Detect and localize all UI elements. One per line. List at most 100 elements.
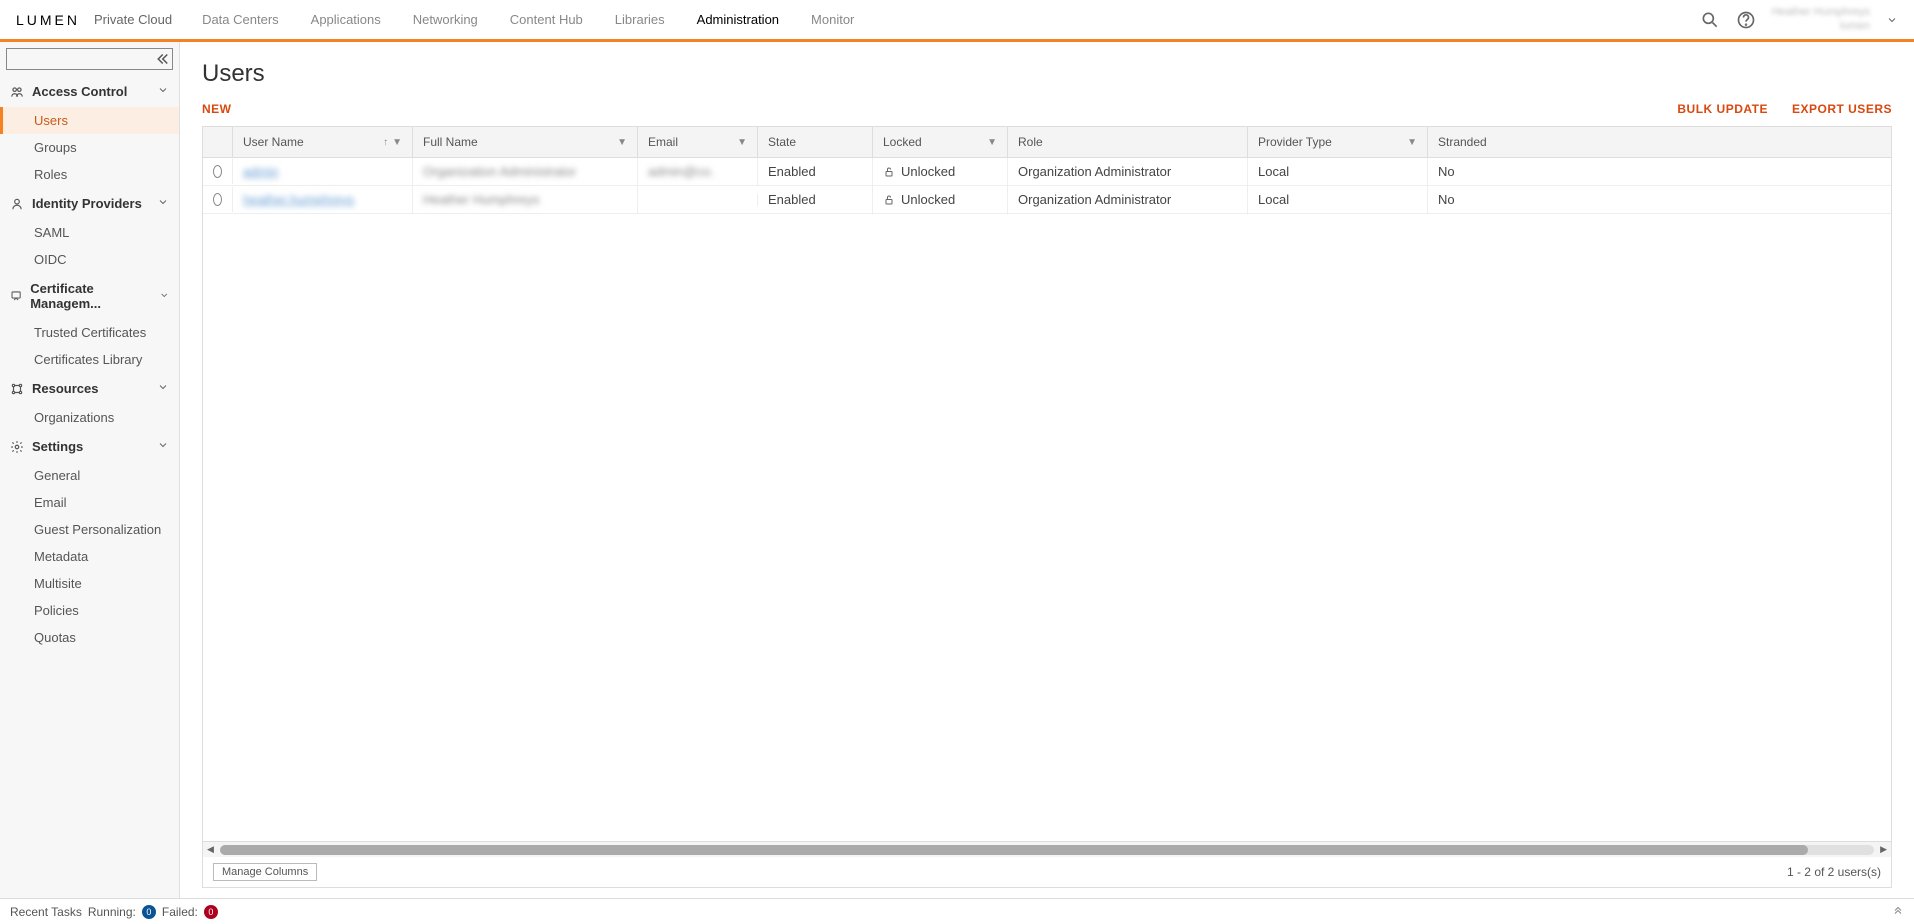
group-icon bbox=[10, 197, 24, 211]
sidebar-item-roles[interactable]: Roles bbox=[0, 161, 179, 188]
page-title: Users bbox=[202, 60, 1892, 88]
sort-asc-icon[interactable]: ↑ bbox=[383, 137, 388, 148]
row-select-radio[interactable] bbox=[213, 193, 222, 206]
scroll-thumb[interactable] bbox=[220, 845, 1808, 855]
unlock-icon bbox=[883, 194, 895, 206]
chevron-down-icon bbox=[159, 289, 169, 304]
topnav-item-libraries[interactable]: Libraries bbox=[615, 0, 665, 39]
export-users-button[interactable]: EXPORT USERS bbox=[1792, 102, 1892, 116]
topbar: LUMEN Private Cloud Data Centers Applicat… bbox=[0, 0, 1914, 42]
grid-body: admin Organization Administrator admin@co.… bbox=[203, 158, 1891, 841]
scroll-left-icon[interactable]: ◀ bbox=[207, 844, 214, 855]
sidebar-group-certificate-managem-[interactable]: Certificate Managem... bbox=[0, 273, 179, 319]
sidebar-item-quotas[interactable]: Quotas bbox=[0, 624, 179, 651]
logo-subtitle: Private Cloud bbox=[94, 12, 172, 27]
topnav-item-networking[interactable]: Networking bbox=[413, 0, 478, 39]
table-row[interactable]: adminOrganization Administratoradmin@co.… bbox=[203, 158, 1891, 186]
chevron-down-icon[interactable] bbox=[1886, 10, 1898, 30]
provider-text: Local bbox=[1258, 192, 1289, 207]
role-text: Organization Administrator bbox=[1018, 192, 1171, 207]
sidebar-item-multisite[interactable]: Multisite bbox=[0, 570, 179, 597]
fullname-text: Heather Humphreys bbox=[423, 192, 539, 207]
sidebar-item-email[interactable]: Email bbox=[0, 489, 179, 516]
sidebar-group-access-control[interactable]: Access Control bbox=[0, 76, 179, 107]
manage-columns-button[interactable]: Manage Columns bbox=[213, 863, 317, 881]
col-username[interactable]: User Name ↑ ▼ bbox=[233, 127, 413, 157]
sidebar-item-general[interactable]: General bbox=[0, 462, 179, 489]
topnav-item-applications[interactable]: Applications bbox=[311, 0, 381, 39]
sidebar-collapse-icon[interactable] bbox=[153, 50, 171, 68]
col-fullname[interactable]: Full Name ▼ bbox=[413, 127, 638, 157]
unlock-icon bbox=[883, 166, 895, 178]
filter-icon[interactable]: ▼ bbox=[617, 137, 627, 148]
sidebar-item-policies[interactable]: Policies bbox=[0, 597, 179, 624]
row-select-radio[interactable] bbox=[213, 165, 222, 178]
sidebar-search bbox=[6, 48, 173, 70]
username-link[interactable]: heather.humphreys bbox=[243, 192, 354, 207]
chevron-down-icon bbox=[157, 196, 169, 211]
sidebar-item-guest-personalization[interactable]: Guest Personalization bbox=[0, 516, 179, 543]
group-icon bbox=[10, 440, 24, 454]
sidebar-item-users[interactable]: Users bbox=[0, 107, 179, 134]
sidebar-item-trusted-certificates[interactable]: Trusted Certificates bbox=[0, 319, 179, 346]
username-link[interactable]: admin bbox=[243, 164, 278, 179]
sidebar-group-settings[interactable]: Settings bbox=[0, 431, 179, 462]
sidebar-group-resources[interactable]: Resources bbox=[0, 373, 179, 404]
state-text: Enabled bbox=[768, 192, 816, 207]
group-icon bbox=[10, 85, 24, 99]
sidebar-item-groups[interactable]: Groups bbox=[0, 134, 179, 161]
bulk-update-button[interactable]: BULK UPDATE bbox=[1677, 102, 1768, 116]
failed-label: Failed: bbox=[162, 905, 198, 919]
sidebar-item-oidc[interactable]: OIDC bbox=[0, 246, 179, 273]
content: Users NEW BULK UPDATE EXPORT USERS User … bbox=[180, 42, 1914, 898]
topnav-item-content-hub[interactable]: Content Hub bbox=[510, 0, 583, 39]
scroll-right-icon[interactable]: ▶ bbox=[1880, 844, 1887, 855]
chevron-down-icon bbox=[157, 439, 169, 454]
col-email[interactable]: Email ▼ bbox=[638, 127, 758, 157]
stranded-text: No bbox=[1438, 192, 1455, 207]
grid-hscroll[interactable]: ◀ ▶ bbox=[203, 841, 1891, 857]
filter-icon[interactable]: ▼ bbox=[987, 137, 997, 148]
state-text: Enabled bbox=[768, 164, 816, 179]
sidebar-item-organizations[interactable]: Organizations bbox=[0, 404, 179, 431]
grid-footer: Manage Columns 1 - 2 of 2 users(s) bbox=[203, 857, 1891, 887]
topnav-item-administration[interactable]: Administration bbox=[697, 0, 779, 39]
col-provider[interactable]: Provider Type ▼ bbox=[1248, 127, 1428, 157]
filter-icon[interactable]: ▼ bbox=[737, 137, 747, 148]
col-locked[interactable]: Locked ▼ bbox=[873, 127, 1008, 157]
sidebar-item-certificates-library[interactable]: Certificates Library bbox=[0, 346, 179, 373]
col-select bbox=[203, 127, 233, 157]
col-role[interactable]: Role bbox=[1008, 127, 1248, 157]
filter-icon[interactable]: ▼ bbox=[392, 137, 402, 148]
email-text: admin@co. bbox=[648, 164, 714, 179]
failed-count-badge: 0 bbox=[204, 905, 218, 919]
col-state[interactable]: State bbox=[758, 127, 873, 157]
sidebar: Access ControlUsersGroupsRolesIdentity P… bbox=[0, 42, 180, 898]
search-icon[interactable] bbox=[1700, 10, 1720, 30]
chevron-down-icon bbox=[157, 84, 169, 99]
recent-tasks-label[interactable]: Recent Tasks bbox=[10, 905, 82, 919]
filter-icon[interactable]: ▼ bbox=[1407, 137, 1417, 148]
table-row[interactable]: heather.humphreys Heather Humphreys Enable… bbox=[203, 186, 1891, 214]
stranded-text: No bbox=[1438, 164, 1455, 179]
logo-text: LUMEN bbox=[16, 12, 80, 28]
sidebar-search-input[interactable] bbox=[6, 48, 173, 70]
new-button[interactable]: NEW bbox=[202, 102, 232, 116]
group-icon bbox=[10, 289, 22, 303]
sidebar-group-identity-providers[interactable]: Identity Providers bbox=[0, 188, 179, 219]
col-stranded[interactable]: Stranded bbox=[1428, 127, 1891, 157]
topnav-item-data-centers[interactable]: Data Centers bbox=[202, 0, 279, 39]
logo-block: LUMEN Private Cloud bbox=[16, 12, 172, 28]
user-menu[interactable]: Heather Humphreys lumen bbox=[1772, 6, 1870, 32]
chevron-down-icon bbox=[157, 381, 169, 396]
running-label: Running: bbox=[88, 905, 136, 919]
running-count-badge: 0 bbox=[142, 905, 156, 919]
users-grid: User Name ↑ ▼ Full Name ▼ Email ▼ State bbox=[202, 126, 1892, 888]
topbar-right: Heather Humphreys lumen bbox=[1700, 6, 1898, 32]
sidebar-item-saml[interactable]: SAML bbox=[0, 219, 179, 246]
sidebar-item-metadata[interactable]: Metadata bbox=[0, 543, 179, 570]
locked-text: Unlocked bbox=[901, 192, 955, 207]
help-icon[interactable] bbox=[1736, 10, 1756, 30]
topnav-item-monitor[interactable]: Monitor bbox=[811, 0, 854, 39]
expand-tasks-icon[interactable] bbox=[1892, 904, 1904, 919]
